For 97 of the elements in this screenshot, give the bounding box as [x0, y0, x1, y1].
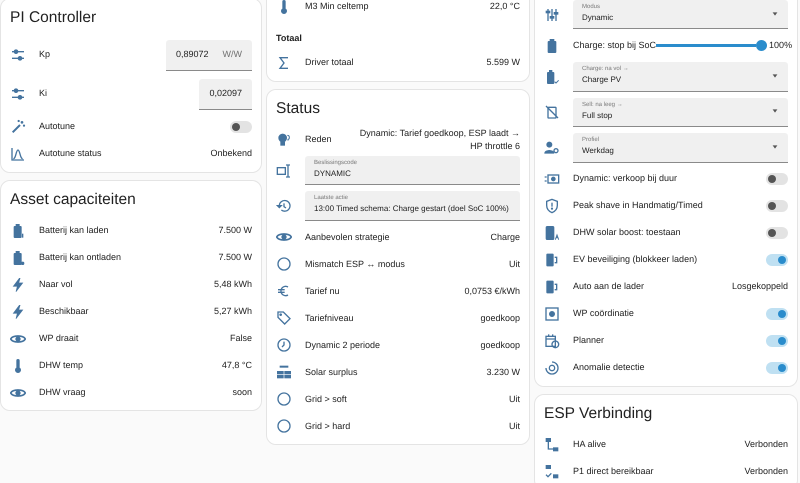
row-label: Batterij kan ontladen [39, 250, 122, 264]
row-value: Uit [509, 258, 520, 271]
row-label: Beschikbaar [39, 304, 90, 318]
row-label: Ki [39, 87, 48, 100]
network-icon [544, 464, 560, 480]
row-value: Uit [509, 420, 520, 433]
row-label: P1 direct bereikbaar [573, 464, 655, 478]
target-icon [544, 360, 560, 376]
toggle-switch[interactable] [766, 308, 788, 320]
row-value: 5.599 W [486, 56, 520, 70]
card-title: PI Controller [10, 8, 98, 28]
clock-icon [276, 337, 292, 354]
row-value: Dynamic: Tarief goedkoop, ESP laadt → HP throttle 6 [358, 126, 520, 153]
toggle-switch[interactable] [230, 121, 252, 134]
bell-curve-icon [10, 146, 26, 162]
row-label: Grid > hard [305, 420, 352, 433]
toggle-switch[interactable] [766, 200, 788, 212]
row-value: goedkoop [480, 312, 520, 325]
row-value: Uit [509, 392, 520, 406]
row-label: Driver totaal [305, 56, 355, 70]
row-label: Dynamic: verkoop bij duur [573, 172, 678, 186]
network-icon [544, 436, 560, 453]
row-value: Charge [490, 230, 520, 244]
row-value: 47,8 °C [222, 358, 252, 372]
slider-value: 100% [769, 39, 792, 52]
caret-icon [771, 72, 779, 80]
row-label: Charge: stop bij SoC [573, 39, 656, 52]
solar-panel-icon [276, 364, 292, 380]
row-label: Tarief nu [305, 284, 341, 298]
toggle-switch[interactable] [766, 227, 788, 240]
slider-thumb[interactable] [756, 40, 768, 52]
number-field[interactable]: 0,02097 [199, 78, 252, 110]
toggle-switch[interactable] [766, 173, 788, 186]
sliders-icon [10, 86, 26, 102]
row-value: 5,48 kWh [214, 278, 252, 291]
card-title: ESP Verbinding [544, 404, 654, 424]
card-title: Asset capaciteiten [10, 190, 137, 210]
row-value: 0,0753 €/kWh [464, 284, 520, 298]
lightning-icon [10, 304, 26, 320]
row-label: HA alive [573, 438, 608, 451]
card-title: Status [276, 98, 321, 118]
row-label: Tariefniveau [305, 312, 355, 325]
row-label: WP draait [39, 332, 80, 345]
row-value: 22,0 °C [490, 0, 520, 13]
row-label: DHW solar boost: toestaan [573, 226, 682, 240]
circle-icon [276, 418, 292, 434]
row-value: 7.500 W [218, 224, 252, 237]
row-value: Verbonden [744, 464, 788, 478]
number-field[interactable]: 0,89072 W/W [166, 40, 252, 71]
text-cursor-icon [276, 162, 292, 179]
row-value: goedkoop [480, 338, 520, 352]
toggle-switch[interactable] [766, 362, 788, 374]
toggle-switch[interactable] [766, 335, 788, 348]
row-label: Planner [573, 334, 606, 348]
row-label: Naar vol [39, 278, 74, 291]
calendar-icon [544, 333, 560, 350]
row-label: Mismatch ESP ↔ modus [305, 258, 406, 271]
section-heading: Totaal [276, 32, 303, 45]
sliders-icon [544, 6, 560, 23]
row-label: Batterij kan laden [39, 224, 110, 237]
wand-icon [10, 119, 26, 136]
row-label: M3 Min celtemp [305, 0, 370, 13]
row-label: DHW temp [39, 358, 84, 372]
circle-icon [276, 391, 292, 408]
row-value: soon [232, 386, 252, 399]
row-label: Auto aan de lader [573, 280, 646, 294]
row-label: Grid > soft [305, 392, 348, 406]
caret-icon [771, 142, 779, 151]
row-label: Reden [305, 132, 333, 146]
caret-icon [771, 107, 779, 116]
row-value: Onbekend [210, 147, 252, 160]
shield-icon [544, 198, 560, 214]
row-label: Kp [39, 48, 52, 62]
row-label: Solar surplus [305, 366, 359, 379]
row-label: Peak shave in Handmatig/Timed [573, 199, 704, 212]
lightbulb-icon [276, 132, 292, 148]
row-label: Autotune [39, 120, 76, 134]
lightning-icon [10, 276, 26, 293]
row-label: Aanbevolen strategie [305, 230, 391, 244]
row-value: Verbonden [744, 438, 788, 451]
caret-icon [771, 10, 779, 18]
circle-icon [276, 256, 292, 272]
row-value: 7.500 W [218, 250, 252, 264]
row-label: WP coördinatie [573, 307, 635, 320]
toggle-switch[interactable] [766, 254, 788, 266]
row-label: Anomalie detectie [573, 361, 646, 374]
row-value: False [230, 332, 252, 345]
sliders-icon [10, 47, 26, 64]
row-label: EV beveiliging (blokkeer laden) [573, 253, 698, 266]
row-value: 5,27 kWh [214, 304, 252, 318]
row-label: Autotune status [39, 147, 103, 160]
history-icon [276, 198, 292, 214]
row-label: Dynamic 2 periode [305, 338, 382, 352]
row-value: 3.230 W [486, 366, 520, 379]
tag-icon [276, 310, 292, 326]
row-label: DHW vraag [39, 386, 87, 399]
row-value: Losgekoppeld [732, 280, 788, 294]
